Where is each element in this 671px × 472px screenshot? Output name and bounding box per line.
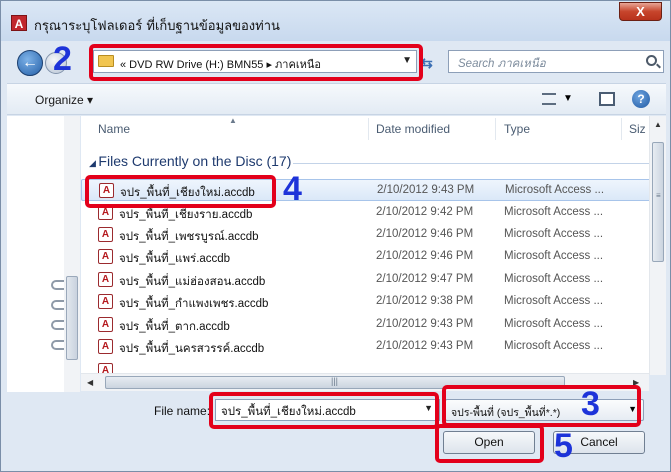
sort-ascending-icon: ▲: [229, 116, 237, 125]
collapse-icon[interactable]: ◢: [89, 158, 98, 168]
file-name: จปร_พื้นที่_ตาก.accdb: [119, 321, 230, 333]
file-name-label: File name:: [154, 404, 211, 418]
file-date: 2/10/2012 9:43 PM: [376, 318, 474, 330]
annotation-box-address: [89, 44, 423, 81]
access-file-icon: A: [98, 249, 113, 264]
vertical-scrollbar[interactable]: ▲ ≡: [649, 116, 666, 375]
file-type: Microsoft Access ...: [504, 340, 604, 352]
navigation-scrollbar[interactable]: ▲: [64, 116, 132, 392]
scroll-left-icon[interactable]: ◀: [87, 378, 93, 387]
column-separator[interactable]: [495, 118, 496, 140]
navigation-pane: ▲: [7, 116, 132, 392]
file-type: Microsoft Access ...: [504, 273, 604, 285]
access-app-icon: A: [11, 15, 27, 31]
column-header-date[interactable]: Date modified: [376, 116, 450, 142]
access-file-icon: A: [98, 339, 113, 354]
close-button[interactable]: X: [619, 2, 662, 21]
column-header-type[interactable]: Type: [504, 116, 530, 142]
file-row[interactable]: A จปร_พื้นที่_ตาก.accdb 2/10/2012 9:43 P…: [81, 314, 653, 336]
organize-button[interactable]: Organize ▾: [35, 93, 93, 107]
file-name: จปร_พื้นที่_แพร่.accdb: [119, 253, 231, 265]
column-header-size[interactable]: Siz: [629, 116, 646, 142]
group-header[interactable]: ◢ Files Currently on the Disc (17): [89, 153, 291, 169]
column-separator[interactable]: [621, 118, 622, 140]
file-row[interactable]: A จปร_พื้นที่_แพร่.accdb 2/10/2012 9:46 …: [81, 246, 653, 268]
file-date: 2/10/2012 9:42 PM: [376, 206, 474, 218]
help-icon[interactable]: ?: [632, 90, 650, 108]
annotation-box-filename: [209, 392, 439, 429]
file-type: Microsoft Access ...: [504, 318, 604, 330]
file-list: ▲ Name Date modified Type Siz ◢ Files Cu…: [81, 116, 666, 375]
step-number-5: 5: [554, 427, 573, 465]
file-type: Microsoft Access ...: [504, 206, 604, 218]
file-type: Microsoft Access ...: [504, 250, 604, 262]
file-date: 2/10/2012 9:46 PM: [376, 250, 474, 262]
access-file-icon: A: [98, 272, 113, 287]
grip-icon: ≡: [656, 191, 661, 200]
back-button[interactable]: ←: [17, 50, 43, 76]
access-file-icon: A: [98, 294, 113, 309]
open-file-dialog: A กรุณาระบุโฟลเดอร์ ที่เก็บฐานข้อมูลของท…: [0, 0, 671, 472]
file-row[interactable]: A จปร_พื้นที่_เพชรบูรณ์.accdb 2/10/2012 …: [81, 224, 653, 246]
access-file-icon: A: [98, 227, 113, 242]
file-name: จปร_พื้นที่_นครสวรรค์.accdb: [119, 343, 265, 355]
scroll-up-icon[interactable]: ▲: [654, 120, 662, 129]
file-name: จปร_พื้นที่_เชียงราย.accdb: [119, 209, 253, 221]
window-title: กรุณาระบุโฟลเดอร์ ที่เก็บฐานข้อมูลของท่า…: [34, 19, 280, 34]
access-file-icon: A: [98, 317, 113, 332]
file-name: จปร_พื้นที่_เพชรบูรณ์.accdb: [119, 231, 259, 243]
file-row[interactable]: A จปร_พื้นที่_นครสวรรค์.accdb 2/10/2012 …: [81, 336, 653, 358]
step-number-4: 4: [283, 170, 302, 208]
file-date: 2/10/2012 9:47 PM: [376, 273, 474, 285]
file-date: 2/10/2012 9:43 PM: [377, 184, 475, 196]
navigation-scroll-thumb[interactable]: [66, 276, 78, 360]
annotation-box-file: [85, 175, 276, 208]
vertical-scroll-thumb[interactable]: ≡: [652, 142, 664, 262]
toolbar: Organize ▾ ▼ ?: [7, 83, 666, 115]
view-dropdown-icon[interactable]: ▼: [563, 93, 573, 104]
search-icon[interactable]: [646, 55, 657, 66]
file-row[interactable]: A จปร_พื้นที่_แม่ฮ่องสอน.accdb 2/10/2012…: [81, 269, 653, 291]
file-name: จปร_พื้นที่_แม่ฮ่องสอน.accdb: [119, 276, 266, 288]
file-date: 2/10/2012 9:46 PM: [376, 228, 474, 240]
group-divider: [293, 163, 653, 164]
step-number-2: 2: [53, 40, 72, 78]
step-number-3: 3: [581, 385, 600, 423]
file-type: Microsoft Access ...: [504, 295, 604, 307]
column-separator[interactable]: [368, 118, 369, 140]
file-date: 2/10/2012 9:43 PM: [376, 340, 474, 352]
grip-icon: |||: [331, 376, 339, 386]
search-placeholder: Search ภาคเหนือ: [458, 58, 546, 70]
column-header-name[interactable]: Name: [98, 116, 130, 142]
group-label: Files Currently on the Disc (17): [98, 153, 292, 169]
annotation-box-open: [435, 424, 544, 463]
view-options-icon[interactable]: [542, 93, 556, 105]
file-row[interactable]: A จปร_พื้นที่_กำแพงเพชร.accdb 2/10/2012 …: [81, 291, 653, 313]
file-date: 2/10/2012 9:38 PM: [376, 295, 474, 307]
file-type: Microsoft Access ...: [505, 184, 605, 196]
file-name: จปร_พื้นที่_กำแพงเพชร.accdb: [119, 298, 269, 310]
title-bar: A กรุณาระบุโฟลเดอร์ ที่เก็บฐานข้อมูลของท…: [1, 1, 670, 41]
file-type: Microsoft Access ...: [504, 228, 604, 240]
search-input[interactable]: Search ภาคเหนือ: [448, 50, 664, 73]
annotation-box-filter: [442, 385, 641, 427]
preview-pane-icon[interactable]: [599, 92, 615, 106]
